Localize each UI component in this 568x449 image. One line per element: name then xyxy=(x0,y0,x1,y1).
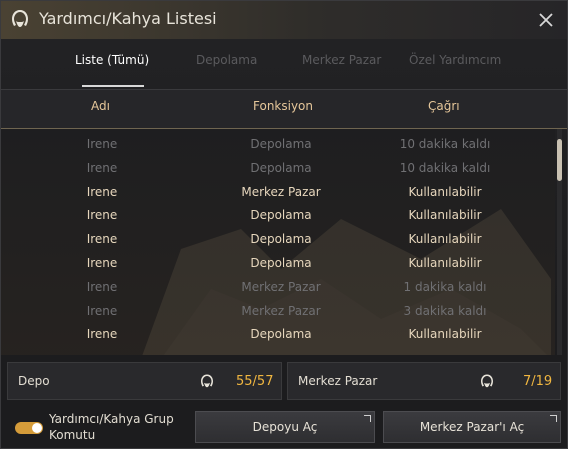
row-function: Merkez Pazar xyxy=(241,279,321,294)
helper-list[interactable]: Irene Depolama 10 dakika kaldı Irene Depolam… xyxy=(1,129,555,355)
tab-bar: Liste (Tümü) Depolama Merkez Pazar Özel … xyxy=(1,39,567,89)
popout-icon xyxy=(550,415,557,422)
tab-my-helper[interactable]: Özel Yardımcım xyxy=(409,53,501,67)
row-name: Irene xyxy=(86,232,118,247)
list-row[interactable]: Irene Depolama Kullanılabilir xyxy=(1,323,555,347)
list-row[interactable]: Irene Depolama 10 dakika kaldı xyxy=(1,133,555,157)
row-name: Irene xyxy=(86,160,118,175)
row-function: Depolama xyxy=(250,232,312,247)
row-function: Depolama xyxy=(250,208,312,223)
helper-head-icon xyxy=(481,374,493,388)
row-call: Kullanılabilir xyxy=(408,208,482,223)
storage-summary: Depo 55/57 xyxy=(7,362,282,400)
storage-label: Depo xyxy=(18,374,50,388)
row-call: 10 dakika kaldı xyxy=(399,160,491,175)
column-function: Fonksiyon xyxy=(253,99,314,113)
row-name: Irene xyxy=(86,327,118,342)
helper-head-icon xyxy=(12,10,28,27)
row-name: Irene xyxy=(86,256,118,270)
column-call: Çağrı xyxy=(428,99,460,113)
list-row[interactable]: Irene Depolama Kullanılabilir xyxy=(1,252,555,276)
row-function: Depolama xyxy=(250,137,312,151)
row-name: Irene xyxy=(86,208,118,223)
row-function: Depolama xyxy=(250,327,312,342)
bottom-panel: Depo 55/57 Merkez Pazar 7/19 Yardımcı/Ka… xyxy=(1,355,567,448)
close-icon[interactable] xyxy=(535,9,557,31)
column-name: Adı xyxy=(91,99,110,113)
row-call: Kullanılabilir xyxy=(408,184,482,199)
market-summary: Merkez Pazar 7/19 xyxy=(287,362,561,400)
row-function: Depolama xyxy=(250,256,312,270)
list-row[interactable]: Irene Merkez Pazar Kullanılabilir xyxy=(1,181,555,205)
row-call: 3 dakika kaldı xyxy=(403,303,487,318)
row-function: Merkez Pazar xyxy=(241,303,321,318)
list-row[interactable]: Irene Depolama Kullanılabilir xyxy=(1,204,555,228)
active-tab-indicator xyxy=(82,85,144,87)
toggle-knob xyxy=(32,423,42,433)
open-storage-button[interactable]: Depoyu Aç xyxy=(195,411,375,443)
row-call: 1 dakika kaldı xyxy=(403,279,487,294)
helper-list-window: Yardımcı/Kahya Listesi Liste (Tümü) Depo… xyxy=(0,0,568,449)
row-name: Irene xyxy=(86,279,118,294)
popout-icon xyxy=(364,415,371,422)
scrollbar-thumb[interactable] xyxy=(557,139,562,181)
tab-list-all[interactable]: Liste (Tümü) xyxy=(75,53,149,67)
title-bar[interactable]: Yardımcı/Kahya Listesi xyxy=(1,1,567,39)
open-storage-label: Depoyu Aç xyxy=(252,420,318,434)
market-count: 7/19 xyxy=(523,374,553,389)
row-function: Depolama xyxy=(250,160,312,175)
helper-head-icon xyxy=(201,374,213,388)
window-title: Yardımcı/Kahya Listesi xyxy=(39,9,217,28)
tab-market[interactable]: Merkez Pazar xyxy=(302,53,381,67)
list-row[interactable]: Irene Depolama Kullanılabilir xyxy=(1,228,555,252)
row-name: Irene xyxy=(86,303,118,318)
row-name: Irene xyxy=(86,137,118,151)
column-header: Adı Fonksiyon Çağrı xyxy=(1,89,567,129)
list-row[interactable]: Irene Depolama 10 dakika kaldı xyxy=(1,157,555,181)
list-row[interactable]: Irene Merkez Pazar 3 dakika kaldı xyxy=(1,300,555,324)
group-command-label: Yardımcı/Kahya Grup Komutu xyxy=(49,412,174,442)
storage-count: 55/57 xyxy=(236,374,274,389)
row-call: Kullanılabilir xyxy=(408,256,482,270)
tab-storage[interactable]: Depolama xyxy=(196,53,257,67)
market-label: Merkez Pazar xyxy=(298,374,378,388)
list-row[interactable]: Irene Merkez Pazar 1 dakika kaldı xyxy=(1,276,555,300)
open-market-button[interactable]: Merkez Pazar'ı Aç xyxy=(383,411,561,443)
row-function: Merkez Pazar xyxy=(241,184,321,199)
group-command-toggle[interactable] xyxy=(15,422,43,434)
row-call: 10 dakika kaldı xyxy=(399,137,491,151)
row-name: Irene xyxy=(86,184,118,199)
open-market-label: Merkez Pazar'ı Aç xyxy=(419,420,525,434)
row-call: Kullanılabilir xyxy=(408,232,482,247)
row-call: Kullanılabilir xyxy=(408,327,482,342)
